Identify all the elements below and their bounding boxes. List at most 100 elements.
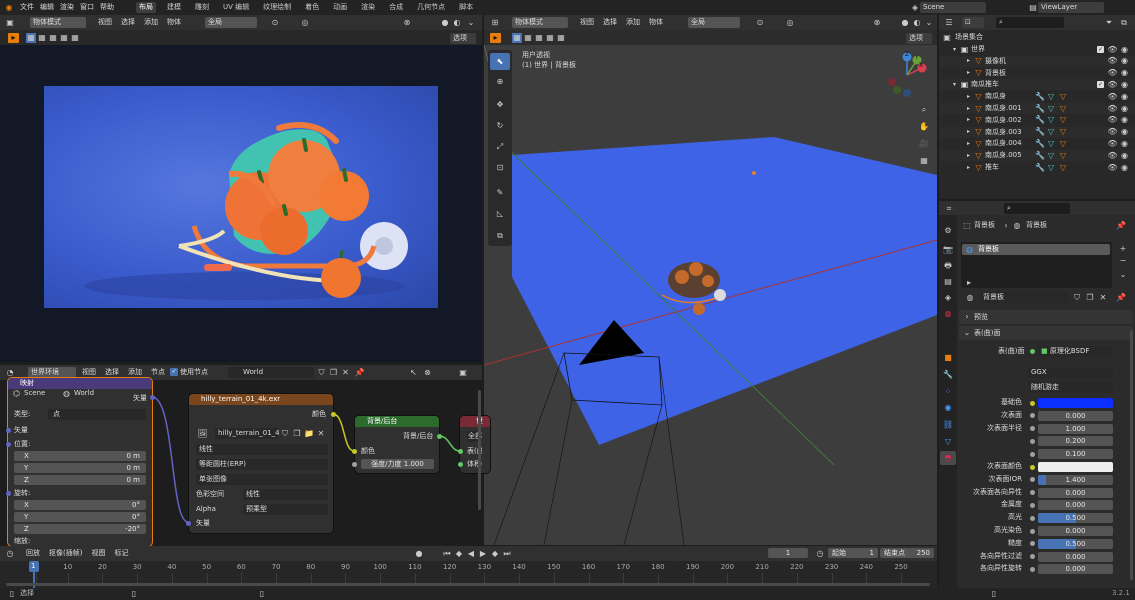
blender-logo-icon[interactable]: ◉	[3, 2, 15, 13]
select-subtract-icon[interactable]: ▦	[534, 33, 544, 43]
snap-icon[interactable]: ⊙	[265, 17, 285, 28]
mapping-input-vector-socket[interactable]	[6, 428, 11, 433]
select-intersect-icon[interactable]: ▦	[545, 33, 555, 43]
select-box-icon[interactable]: ▦	[26, 33, 36, 43]
pin-icon[interactable]: 📌	[1116, 221, 1126, 231]
list-expand-icon[interactable]: ▸	[965, 279, 973, 287]
material-datablock[interactable]: 背景板	[980, 292, 1069, 303]
material-browse-icon[interactable]: ◍	[962, 292, 978, 303]
surface-shader-socket[interactable]	[1030, 349, 1035, 354]
add-cube-icon[interactable]: ⧉	[490, 227, 510, 244]
overlay-icon[interactable]: ⊗	[400, 17, 414, 28]
measure-icon[interactable]: ◺	[490, 205, 510, 222]
render-camera-icon[interactable]: ◉	[1120, 79, 1129, 90]
proportional-edit-icon[interactable]: ◎	[295, 17, 315, 28]
rotate-icon[interactable]: ↻	[490, 117, 510, 134]
cursor-icon[interactable]: ⊕	[490, 73, 510, 90]
scene-tab-icon[interactable]: ◈	[941, 292, 955, 304]
outliner-item-label[interactable]: 南瓜身.001	[985, 103, 1022, 114]
number-field[interactable]: 1.400	[1038, 474, 1113, 485]
image-unlink-icon[interactable]: ✕	[316, 428, 326, 439]
select-invert-icon[interactable]: ▦	[70, 33, 80, 43]
render-camera-icon[interactable]: ◉	[1120, 150, 1129, 161]
outliner-item-label[interactable]: 南瓜身.004	[985, 138, 1022, 149]
world-tab-icon[interactable]: ◍	[941, 308, 955, 320]
scene-selector[interactable]: Scene	[920, 2, 986, 13]
timeline-type-icon[interactable]: ◷	[3, 548, 17, 559]
new-collection-icon[interactable]: ⧉	[1118, 17, 1130, 28]
image-duplicate-icon[interactable]: ❐	[292, 428, 302, 439]
play-reverse-icon[interactable]: ◀	[466, 548, 476, 559]
transform-icon[interactable]: ⊡	[490, 159, 510, 176]
editor-menu-item[interactable]: 选择	[603, 17, 617, 28]
shading-menu-icon[interactable]: ⌄	[466, 17, 476, 28]
render-camera-icon[interactable]: ◉	[1120, 138, 1129, 149]
workspace-tab[interactable]: 几何节点	[414, 2, 448, 13]
exclude-checkbox[interactable]: ✓	[1097, 81, 1104, 89]
render-camera-icon[interactable]: ◉	[1120, 44, 1129, 55]
snap-icon[interactable]: ⊙	[750, 17, 770, 28]
vector-field[interactable]: X 0 m	[14, 451, 146, 461]
bsdf-input-socket[interactable]	[1030, 566, 1035, 572]
bsdf-input-socket[interactable]	[1030, 515, 1035, 521]
modifier-tab-icon[interactable]: 🔧	[941, 369, 955, 381]
colorspace-dropdown[interactable]: 线性	[243, 489, 328, 500]
expand-arrow-icon[interactable]: ▸	[965, 138, 972, 149]
visibility-eye-icon[interactable]: 👁	[1107, 138, 1117, 149]
select-tool-icon[interactable]: ▸	[490, 33, 501, 43]
visibility-eye-icon[interactable]: 👁	[1107, 56, 1117, 67]
outliner-type-icon[interactable]: ☰	[942, 17, 956, 28]
workspace-tab[interactable]: 布局	[136, 2, 156, 13]
annotate-icon[interactable]: ✎	[490, 184, 510, 201]
vector-field[interactable]: Z 0 m	[14, 475, 146, 485]
outliner-item-label[interactable]: 推车	[985, 162, 999, 173]
number-field[interactable]: 1.000	[1038, 423, 1113, 434]
workspace-tab[interactable]: 纹理绘制	[260, 2, 294, 13]
shading-rendered-icon[interactable]: ◐	[912, 17, 922, 28]
vector-field[interactable]: Z -20°	[14, 524, 146, 534]
material-fake-user-icon[interactable]: ⛉	[1072, 292, 1082, 303]
workspace-tab[interactable]: 脚本	[456, 2, 476, 13]
outliner-filter-icon[interactable]: ⏷	[1104, 17, 1114, 28]
visibility-eye-icon[interactable]: 👁	[1107, 103, 1117, 114]
render-camera-icon[interactable]: ◉	[1120, 103, 1129, 114]
editor-menu-item[interactable]: 选择	[105, 367, 119, 378]
material-tab-icon[interactable]: ◓	[940, 451, 956, 465]
select-invert-icon[interactable]: ▦	[556, 33, 566, 43]
outliner-item-label[interactable]: 南瓜身.005	[985, 150, 1022, 161]
surface-shader-dropdown[interactable]: ■ 原理化BSDF	[1038, 346, 1113, 357]
camera-view-icon[interactable]: 🎥	[917, 137, 931, 151]
output-surface-socket[interactable]	[458, 449, 463, 454]
distribution-dropdown[interactable]: GGX	[1028, 367, 1113, 378]
shading-menu-icon[interactable]: ⌄	[925, 17, 933, 28]
editor-menu-item[interactable]: 选择	[121, 17, 135, 28]
mapping-location-socket[interactable]	[6, 442, 11, 447]
select-extend-icon[interactable]: ▦	[523, 33, 533, 43]
view-layer-tab-icon[interactable]: ▤	[941, 276, 955, 288]
properties-search[interactable]: ⌕	[1004, 203, 1070, 214]
start-frame-field[interactable]: 起始 1	[828, 548, 878, 558]
select-subtract-icon[interactable]: ▦	[48, 33, 58, 43]
pan-hand-icon[interactable]: ✋	[917, 120, 931, 134]
material-unlink-icon[interactable]: ✕	[1098, 292, 1108, 303]
select-tool-icon[interactable]: ▸	[8, 33, 19, 43]
number-field[interactable]: 0.000	[1038, 564, 1113, 575]
alpha-dropdown[interactable]: 预乘型	[243, 504, 328, 515]
expand-arrow-icon[interactable]: ▸	[965, 56, 972, 67]
bsdf-input-socket[interactable]	[1030, 528, 1035, 534]
exclude-checkbox[interactable]: ✓	[1097, 46, 1104, 53]
node-view-icon[interactable]: ▣	[456, 367, 470, 378]
editor-menu-item[interactable]: 视图	[98, 17, 112, 28]
render-camera-icon[interactable]: ◉	[1120, 68, 1129, 79]
zoom-icon[interactable]: ⌕	[917, 103, 931, 117]
editor-menu-item[interactable]: 视图	[91, 548, 105, 559]
expand-arrow-icon[interactable]: ▸	[965, 150, 972, 161]
editor-menu-item[interactable]: 抠像(插帧)	[49, 548, 82, 559]
number-field[interactable]: 0.000	[1038, 487, 1113, 498]
projection-dropdown[interactable]: 等距圆柱(ERP)	[196, 459, 328, 470]
visibility-eye-icon[interactable]: 👁	[1107, 127, 1117, 138]
source-dropdown[interactable]: 单张图像	[196, 474, 328, 485]
editor-menu-item[interactable]: 物体	[649, 17, 663, 28]
outliner-item-label[interactable]: 摄像机	[985, 56, 1006, 67]
mode-dropdown[interactable]: 物体模式	[30, 17, 86, 28]
